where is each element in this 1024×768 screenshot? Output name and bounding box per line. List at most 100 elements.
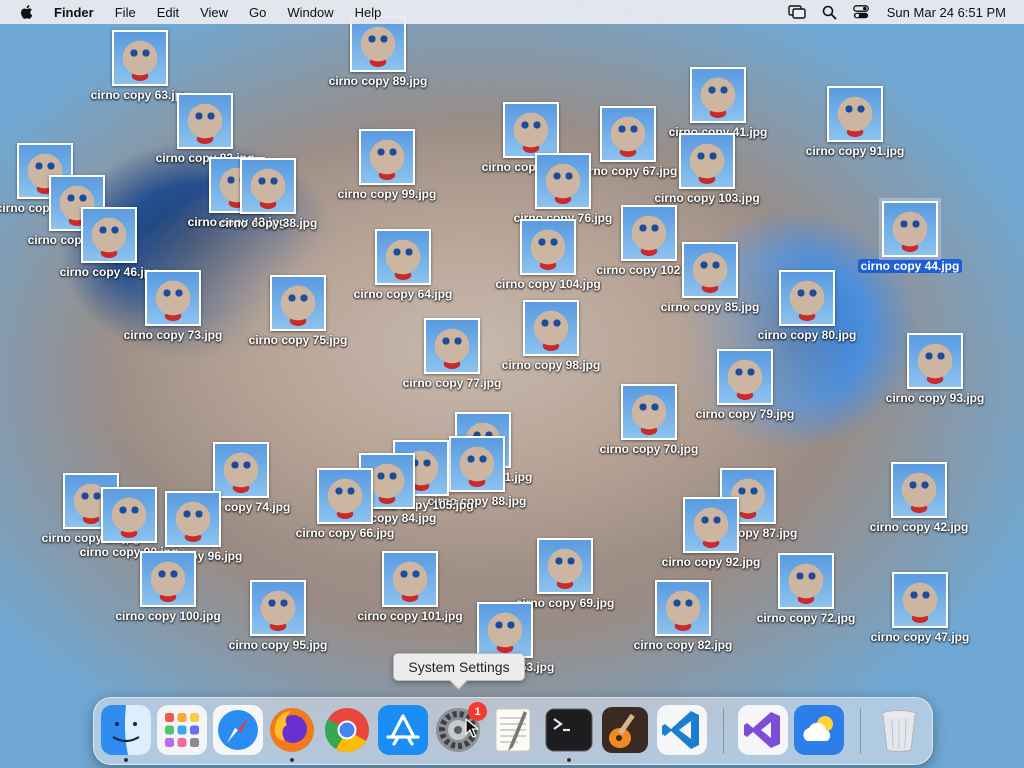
- image-thumbnail: [503, 102, 559, 158]
- menu-bar: Finder File Edit View Go Window Help Sun…: [0, 0, 1024, 24]
- image-thumbnail: [375, 229, 431, 285]
- menu-window[interactable]: Window: [287, 5, 333, 20]
- image-thumbnail: [778, 553, 834, 609]
- image-thumbnail: [382, 551, 438, 607]
- menu-go[interactable]: Go: [249, 5, 266, 20]
- dock-item-vscode[interactable]: [657, 705, 707, 755]
- image-thumbnail: [165, 491, 221, 547]
- dock-separator: [860, 708, 861, 754]
- file-icon[interactable]: cirno copy 47.jpg: [855, 572, 985, 646]
- file-icon-selected[interactable]: cirno copy 44.jpg: [845, 198, 975, 275]
- image-thumbnail: [112, 30, 168, 86]
- file-icon[interactable]: cirno copy 80.jpg: [742, 270, 872, 344]
- dock-item-firefox[interactable]: [267, 705, 317, 755]
- image-thumbnail: [535, 153, 591, 209]
- file-icon[interactable]: cirno copy 99.jpg: [322, 129, 452, 203]
- image-thumbnail: [213, 442, 269, 498]
- file-icon[interactable]: cirno copy 95.jpg: [213, 580, 343, 654]
- visual-studio-icon: [738, 705, 788, 755]
- image-thumbnail: [145, 270, 201, 326]
- spotlight-search-icon[interactable]: [822, 5, 837, 20]
- apple-menu-icon[interactable]: [18, 3, 36, 21]
- image-thumbnail: [907, 333, 963, 389]
- file-icon[interactable]: cirno copy 83.jpg: [140, 93, 270, 167]
- file-label: cirno copy 91.jpg: [805, 144, 905, 158]
- menu-app-finder[interactable]: Finder: [54, 5, 94, 20]
- menu-clock[interactable]: Sun Mar 24 6:51 PM: [887, 5, 1006, 20]
- file-icon[interactable]: cirno copy 70.jpg: [584, 384, 714, 458]
- file-label: cirno copy 77.jpg: [402, 376, 502, 390]
- dock-item-weather[interactable]: [794, 705, 844, 755]
- dock-item-visual-studio[interactable]: [738, 705, 788, 755]
- file-label: cirno copy 99.jpg: [337, 187, 437, 201]
- image-thumbnail: [827, 86, 883, 142]
- image-thumbnail: [682, 242, 738, 298]
- trash-icon: [881, 710, 917, 752]
- dock-item-app-store[interactable]: [378, 705, 428, 755]
- file-icon[interactable]: cirno copy 64.jpg: [338, 229, 468, 303]
- screen-mirroring-icon[interactable]: [788, 5, 806, 19]
- dock-item-terminal[interactable]: [544, 705, 594, 755]
- menu-file[interactable]: File: [115, 5, 136, 20]
- vscode-icon: [657, 705, 707, 755]
- dock-item-chrome[interactable]: [322, 705, 372, 755]
- textedit-icon: [495, 708, 531, 752]
- mouse-cursor-icon: [465, 718, 479, 738]
- file-icon[interactable]: cirno copy 91.jpg: [790, 86, 920, 160]
- image-thumbnail: [240, 158, 296, 214]
- file-label: cirno copy 104.jpg: [495, 277, 601, 291]
- image-thumbnail: [477, 602, 533, 658]
- dock-item-textedit[interactable]: [488, 705, 538, 755]
- control-center-icon[interactable]: [852, 5, 869, 19]
- file-label: cirno copy 98.jpg: [501, 358, 601, 372]
- file-icon[interactable]: cirno copy 103.jpg: [642, 133, 772, 207]
- garageband-icon: [602, 707, 648, 753]
- image-thumbnail: [891, 462, 947, 518]
- image-thumbnail: [683, 497, 739, 553]
- menu-view[interactable]: View: [200, 5, 228, 20]
- terminal-icon: [545, 708, 593, 752]
- file-icon[interactable]: cirno copy 73.jpg: [108, 270, 238, 344]
- menu-help[interactable]: Help: [355, 5, 382, 20]
- file-label: cirno copy 38.jpg: [218, 216, 318, 230]
- file-icon[interactable]: cirno copy 93.jpg: [870, 333, 1000, 407]
- image-thumbnail: [350, 16, 406, 72]
- file-icon[interactable]: cirno copy 42.jpg: [854, 462, 984, 536]
- image-thumbnail: [717, 349, 773, 405]
- dock-item-garageband[interactable]: [600, 705, 650, 755]
- image-thumbnail: [250, 580, 306, 636]
- file-icon[interactable]: cirno copy 98.jpg: [486, 300, 616, 374]
- image-thumbnail: [523, 300, 579, 356]
- dock-item-finder[interactable]: [101, 705, 151, 755]
- dock-item-safari[interactable]: [213, 705, 263, 755]
- image-thumbnail: [140, 551, 196, 607]
- running-indicator: [124, 758, 128, 762]
- image-thumbnail: [177, 93, 233, 149]
- running-indicator: [290, 758, 294, 762]
- file-label: cirno copy 42.jpg: [869, 520, 969, 534]
- file-icon[interactable]: cirno copy 38.jpg: [203, 158, 333, 232]
- image-thumbnail: [779, 270, 835, 326]
- menu-edit[interactable]: Edit: [157, 5, 179, 20]
- file-label: cirno copy 103.jpg: [654, 191, 760, 205]
- file-icon[interactable]: cirno copy 89.jpg: [313, 16, 443, 90]
- chrome-icon: [325, 708, 369, 752]
- file-icon[interactable]: cirno copy 72.jpg: [741, 553, 871, 627]
- image-thumbnail: [655, 580, 711, 636]
- firefox-icon: [270, 708, 314, 752]
- file-label: cirno copy 75.jpg: [248, 333, 348, 347]
- app-store-icon: [378, 705, 428, 755]
- file-icon[interactable]: cirno copy 82.jpg: [618, 580, 748, 654]
- image-thumbnail: [621, 384, 677, 440]
- file-label: cirno copy 95.jpg: [228, 638, 328, 652]
- dock-item-trash[interactable]: [874, 705, 924, 755]
- image-thumbnail: [892, 572, 948, 628]
- file-label: cirno copy 89.jpg: [328, 74, 428, 88]
- running-indicator: [567, 758, 571, 762]
- file-label: cirno copy 93.jpg: [885, 391, 985, 405]
- image-thumbnail: [424, 318, 480, 374]
- file-icon[interactable]: cirno copy 41.jpg: [653, 67, 783, 141]
- image-thumbnail: [81, 207, 137, 263]
- file-icon[interactable]: cirno copy 69.jpg: [500, 538, 630, 612]
- dock-item-launchpad[interactable]: [157, 705, 207, 755]
